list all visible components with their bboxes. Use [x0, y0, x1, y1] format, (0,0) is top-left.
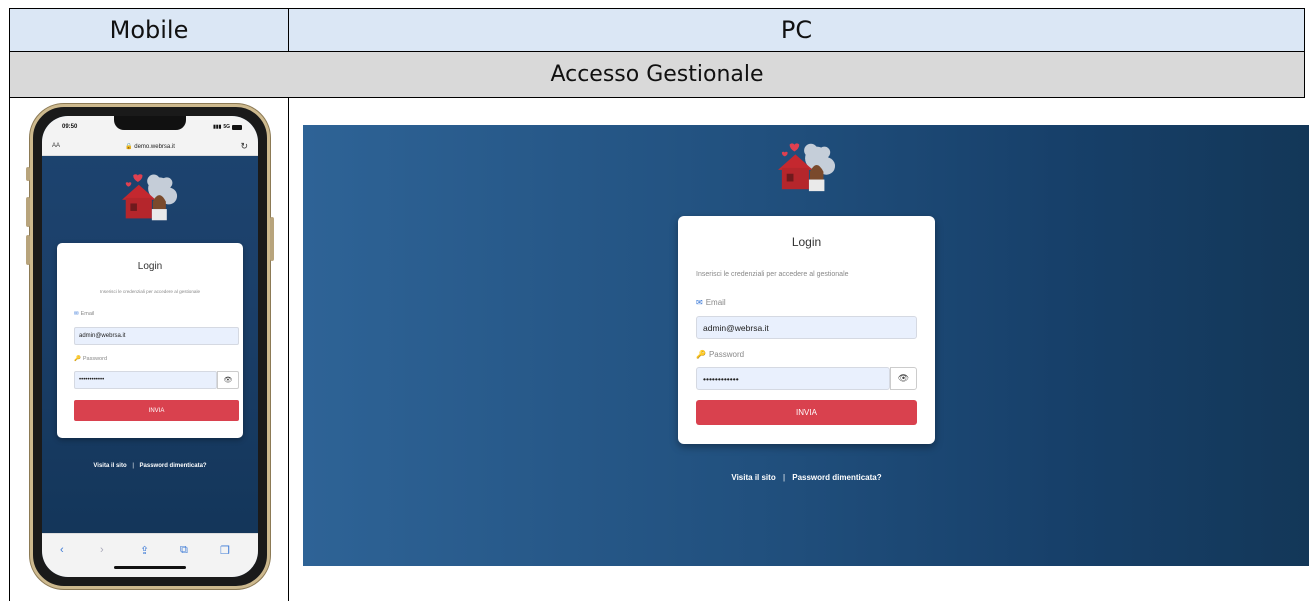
ios-status-bar: 09:50 ▮▮▮ 5G [42, 116, 258, 138]
desktop-login-screen: Login Inserisci le credenziali per acced… [303, 125, 1309, 566]
key-icon: 🔑 [74, 356, 81, 362]
email-input[interactable]: admin@webrsa.it [696, 316, 917, 339]
phone-volume-up [26, 197, 30, 227]
login-title: Login [791, 235, 822, 249]
home-indicator [114, 566, 186, 569]
reload-icon[interactable]: ↻ [240, 141, 248, 152]
submit-button[interactable]: INVIA [696, 400, 917, 425]
tabs-icon[interactable]: ❐ [220, 544, 230, 557]
email-label-text: Email [705, 298, 726, 307]
email-label-text: Email [80, 311, 95, 317]
phone-mute-switch [26, 167, 30, 181]
logo-image [778, 143, 836, 192]
envelope-icon: ✉ [696, 298, 703, 307]
phone-screen: 09:50 ▮▮▮ 5G AA 🔒 demo.webrsa.it ↻ Login… [42, 116, 258, 577]
forgot-password-link[interactable]: Password dimenticata? [140, 463, 207, 469]
password-input[interactable]: •••••••••••• [74, 371, 217, 389]
visit-site-link[interactable]: Visita il sito [731, 473, 775, 482]
status-time: 09:50 [62, 124, 78, 130]
ios-url-bar[interactable]: AA 🔒 demo.webrsa.it ↻ [42, 138, 258, 156]
key-icon: 🔑 [696, 350, 706, 359]
back-icon[interactable]: ‹ [60, 544, 64, 556]
lock-icon: 🔒 [125, 144, 133, 150]
column-header-mobile: Mobile [9, 8, 288, 52]
eye-icon[interactable]: 👁 [217, 371, 239, 389]
submit-button[interactable]: INVIA [74, 400, 239, 421]
password-label: 🔑 Password [74, 356, 107, 362]
bookmarks-icon[interactable]: ⧉ [180, 544, 188, 557]
password-input[interactable]: •••••••••••• [696, 367, 890, 390]
table-border-left [9, 98, 10, 601]
column-header-pc: PC [288, 8, 1305, 52]
forgot-password-link[interactable]: Password dimenticata? [792, 473, 881, 482]
login-instructions: Inserisci le credenziali per accedere al… [99, 289, 201, 294]
section-header: Accesso Gestionale [9, 52, 1305, 98]
forward-icon[interactable]: › [100, 544, 104, 556]
visit-site-link[interactable]: Visita il sito [93, 463, 126, 469]
signal-icon: ▮▮▮ [213, 124, 222, 130]
links-separator: | [782, 473, 786, 482]
logo-image [122, 174, 178, 221]
email-label: ✉ Email [696, 298, 726, 307]
url-display[interactable]: 🔒 demo.webrsa.it [42, 143, 258, 150]
ios-toolbar: ‹ › ⇪ ⧉ ❐ [42, 533, 258, 577]
login-title: Login [137, 261, 163, 272]
email-input[interactable]: admin@webrsa.it [74, 327, 239, 345]
email-label: ✉ Email [74, 311, 94, 317]
eye-icon[interactable]: 👁 [890, 367, 917, 390]
links-separator: | [132, 463, 134, 469]
phone-volume-down [26, 235, 30, 265]
login-instructions: Inserisci le credenziali per accedere al… [696, 271, 849, 278]
footer-links: Visita il sito | Password dimenticata? [42, 463, 258, 469]
phone-mockup: 09:50 ▮▮▮ 5G AA 🔒 demo.webrsa.it ↻ Login… [26, 104, 274, 589]
password-label-text: Password [708, 350, 745, 359]
phone-power-button [270, 217, 274, 261]
login-card: Login Inserisci le credenziali per acced… [678, 216, 935, 444]
status-network: 5G [223, 124, 230, 130]
footer-links: Visita il sito | Password dimenticata? [678, 473, 935, 482]
url-text: demo.webrsa.it [134, 144, 175, 150]
password-label: 🔑 Password [696, 350, 744, 359]
table-border-middle [288, 98, 289, 601]
battery-icon [232, 124, 242, 130]
password-label-text: Password [82, 356, 108, 362]
phone-notch [114, 116, 186, 130]
share-icon[interactable]: ⇪ [140, 544, 149, 557]
status-signal: ▮▮▮ 5G [213, 124, 242, 130]
login-card: Login Inserisci le credenziali per acced… [57, 243, 243, 438]
envelope-icon: ✉ [74, 311, 79, 317]
